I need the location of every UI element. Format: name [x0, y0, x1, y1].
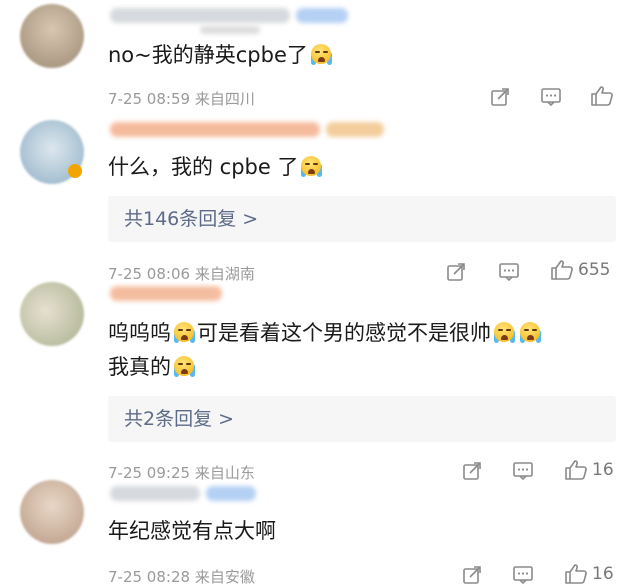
comment-icon — [499, 263, 519, 282]
share-button[interactable] — [490, 87, 510, 107]
comment-text: 呜呜呜 可是看着这个男的感觉不是很帅 — [108, 318, 543, 348]
comment-time: 7-25 08:06 — [108, 265, 191, 283]
username-badge-blurred — [206, 486, 256, 501]
comment-button[interactable] — [512, 565, 534, 585]
share-icon — [463, 566, 481, 584]
comment-location: 来自四川 — [194, 90, 255, 108]
comment-location: 来自湖南 — [194, 265, 255, 283]
comment-icon — [541, 88, 561, 107]
share-icon — [491, 88, 509, 106]
username-subline-blurred — [200, 26, 260, 34]
share-icon — [463, 462, 481, 480]
share-button[interactable] — [446, 262, 466, 282]
username-blurred[interactable] — [110, 8, 290, 23]
crying-emoji-icon — [310, 42, 332, 66]
like-icon — [551, 260, 573, 280]
share-button[interactable] — [462, 461, 482, 481]
like-icon — [591, 86, 613, 106]
like-icon — [565, 564, 587, 584]
avatar[interactable] — [20, 282, 84, 346]
view-replies-link[interactable]: 共2条回复 > — [108, 396, 616, 442]
comment-text: 年纪感觉有点大啊 — [108, 519, 276, 543]
comment-time: 7-25 09:25 — [108, 464, 191, 482]
like-count: 16 — [592, 460, 614, 480]
view-replies-link[interactable]: 共146条回复 > — [108, 196, 616, 242]
crying-emoji-icon — [519, 320, 541, 344]
crying-emoji-icon — [173, 354, 195, 378]
like-button[interactable] — [590, 85, 614, 107]
comment-meta: 7-25 08:06 来自湖南 — [108, 263, 255, 284]
share-icon — [447, 263, 465, 281]
username-badge-blurred — [296, 8, 348, 23]
comment-time: 7-25 08:59 — [108, 90, 191, 108]
comment-icon — [513, 462, 533, 481]
avatar[interactable] — [20, 4, 84, 68]
crying-emoji-icon — [173, 320, 195, 344]
like-count: 16 — [592, 564, 614, 584]
comment-meta: 7-25 09:25 来自山东 — [108, 462, 255, 483]
username-blurred[interactable] — [110, 486, 200, 501]
comment-icon — [513, 566, 533, 585]
verified-badge — [68, 164, 82, 178]
like-button[interactable]: 16 — [564, 563, 614, 585]
share-button[interactable] — [462, 565, 482, 585]
username-blurred[interactable] — [110, 286, 222, 301]
comment-meta: 7-25 08:28 来自安徽 — [108, 566, 255, 587]
username-blurred[interactable] — [110, 122, 320, 137]
crying-emoji-icon — [493, 320, 515, 344]
like-count: 655 — [578, 260, 611, 280]
crying-emoji-icon — [300, 154, 323, 178]
comment-text: no~我的静英cpbe了 — [108, 40, 334, 70]
comment-meta: 7-25 08:59 来自四川 — [108, 88, 255, 109]
comment-button[interactable] — [498, 262, 520, 282]
comment-location: 来自山东 — [194, 464, 255, 482]
like-button[interactable]: 655 — [550, 259, 610, 281]
like-icon — [565, 460, 587, 480]
username-badge-blurred — [326, 122, 384, 137]
comment-text-line2: 我真的 — [108, 352, 197, 382]
comment-button[interactable] — [540, 87, 562, 107]
comment-location: 来自安徽 — [194, 568, 255, 586]
like-button[interactable]: 16 — [564, 459, 614, 481]
comment-button[interactable] — [512, 461, 534, 481]
avatar[interactable] — [20, 480, 84, 544]
comment-text: 什么，我的 cpbe 了 — [108, 152, 324, 182]
comment-time: 7-25 08:28 — [108, 568, 191, 586]
